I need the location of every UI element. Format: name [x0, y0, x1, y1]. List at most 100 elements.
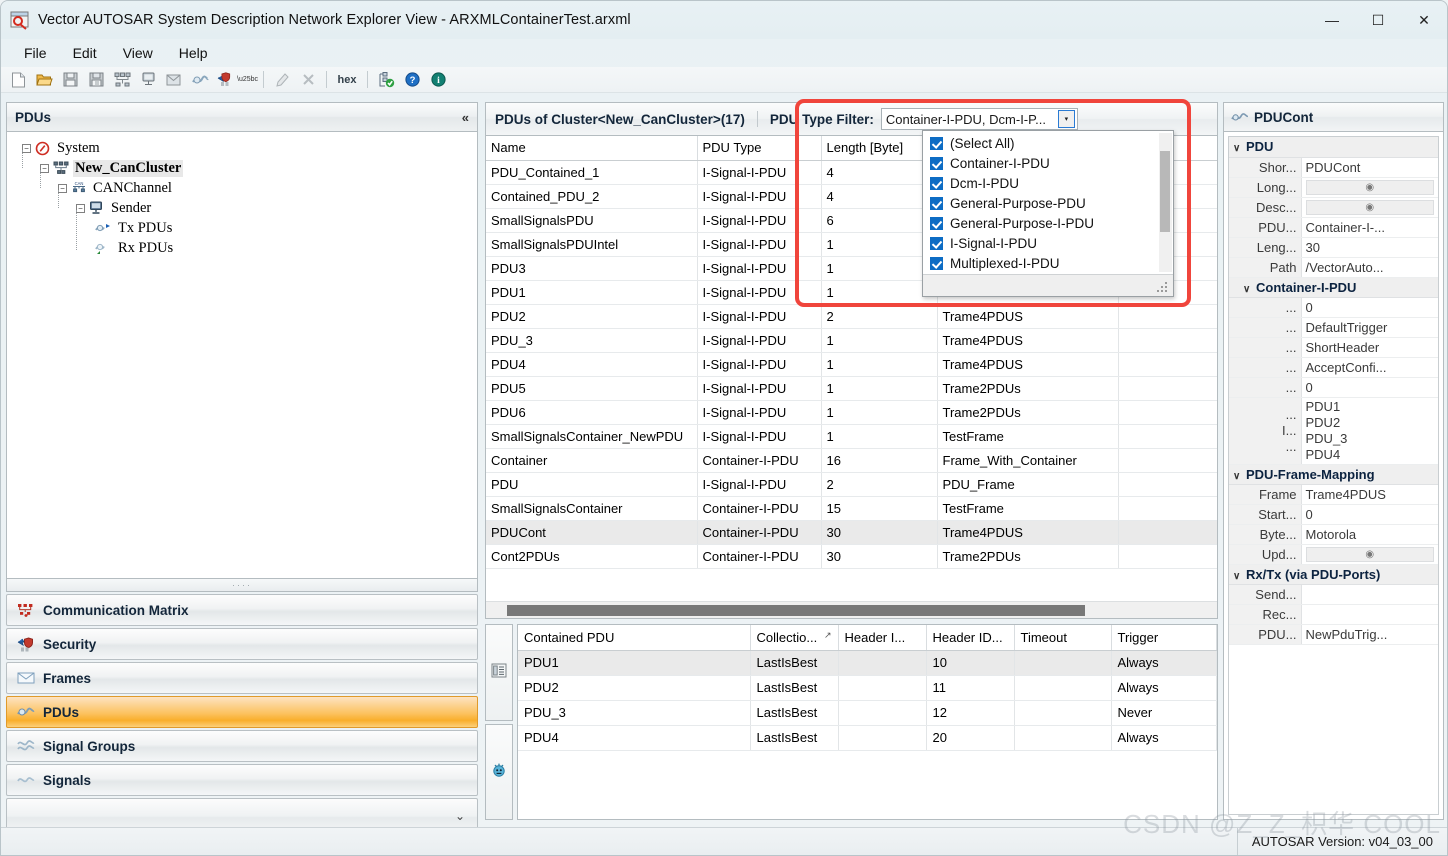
column-header-header-id[interactable]: Header ID... — [926, 625, 1015, 651]
help-icon[interactable]: ? — [400, 69, 424, 91]
property-row[interactable]: ... DefaultTrigger — [1229, 317, 1438, 338]
sidebar-item-signals[interactable]: Signals — [6, 764, 478, 796]
tab-contained-pdus[interactable] — [485, 624, 513, 721]
property-row[interactable]: PDU... NewPduTrig... — [1229, 624, 1438, 645]
chevron-down-icon[interactable]: ▾ — [1057, 110, 1075, 128]
tree-node-canchannel[interactable]: − CAN CANChannel — [11, 178, 473, 198]
property-row[interactable]: PDU... Container-I-... — [1229, 217, 1438, 238]
table-row[interactable]: PDU1 LastIsBest 10 Always — [518, 650, 1217, 676]
close-button[interactable]: ✕ — [1401, 1, 1447, 39]
property-row[interactable]: ... 0 — [1229, 377, 1438, 398]
resize-grip-icon[interactable] — [1157, 282, 1168, 293]
pdu-type-filter-dropdown[interactable]: (Select All) Container-I-PDU Dcm-I-PDU G… — [922, 130, 1174, 297]
dropdown-vertical-scrollbar[interactable] — [1159, 133, 1172, 272]
dropdown-item-multiplexed-i-pdu[interactable]: Multiplexed-I-PDU — [923, 253, 1173, 273]
info-icon[interactable]: i — [426, 69, 450, 91]
table-row[interactable]: PDU_3 LastIsBest 12 Never — [518, 700, 1217, 726]
import-icon[interactable] — [162, 69, 186, 91]
checkbox-checked-icon[interactable] — [930, 136, 943, 150]
dropdown-item-select-all[interactable]: (Select All) — [923, 133, 1173, 153]
view-details-icon[interactable]: ◉ — [1305, 199, 1434, 215]
network-icon[interactable] — [110, 69, 134, 91]
property-group-pdu[interactable]: ∨ PDU — [1229, 137, 1438, 158]
property-row[interactable]: ... 0 — [1229, 297, 1438, 318]
table-row[interactable]: PDU2 LastIsBest 11 Always — [518, 675, 1217, 701]
column-header-collection[interactable]: Collectio... ↗ — [750, 625, 839, 651]
chevron-down-icon[interactable]: ∨ — [1233, 571, 1246, 582]
property-row[interactable]: Desc... ◉ — [1229, 197, 1438, 218]
column-header-length[interactable]: Length [Byte] — [821, 136, 938, 161]
minimize-button[interactable]: — — [1309, 1, 1355, 39]
hex-toggle-button[interactable]: hex — [333, 69, 361, 91]
sidebar-item-pdus[interactable]: PDUs — [6, 696, 478, 728]
tree-node-system[interactable]: − System — [11, 138, 473, 158]
dropdown-resize-bar[interactable] — [923, 274, 1173, 296]
tab-pdu-properties[interactable] — [485, 723, 513, 820]
property-row[interactable]: Long... ◉ — [1229, 177, 1438, 198]
new-file-icon[interactable] — [6, 69, 30, 91]
properties-body[interactable]: ∨ PDU Shor... PDUCont Long... ◉ Desc... ◉ PD… — [1223, 131, 1444, 820]
property-row[interactable]: Shor... PDUCont — [1229, 157, 1438, 178]
table-row[interactable]: PDU2 I-Signal-I-PDU 2 Trame4PDUS — [486, 304, 1217, 329]
property-group-rx-tx[interactable]: ∨ Rx/Tx (via PDU-Ports) — [1229, 564, 1438, 585]
property-row[interactable]: Byte... Motorola — [1229, 524, 1438, 545]
property-row[interactable]: ... I... ... PDU1 PDU2 PDU_3 PDU4 — [1229, 397, 1438, 465]
save-icon[interactable] — [58, 69, 82, 91]
maximize-button[interactable]: ☐ — [1355, 1, 1401, 39]
menu-view[interactable]: View — [110, 42, 166, 64]
sidebar-item-signal-groups[interactable]: Signal Groups — [6, 730, 478, 762]
toolbar-dropdown-caret-icon[interactable]: \u25bc — [237, 76, 258, 83]
tree-node-new-cancluster[interactable]: − New_CanCluster — [11, 158, 473, 178]
save-as-icon[interactable] — [84, 69, 108, 91]
dropdown-item-general-purpose-i-pdu[interactable]: General-Purpose-I-PDU — [923, 213, 1173, 233]
scrollbar-thumb[interactable] — [1160, 151, 1170, 232]
view-details-icon[interactable]: ◉ — [1305, 546, 1434, 562]
property-row[interactable]: Upd... ◉ — [1229, 544, 1438, 565]
collapse-panel-icon[interactable]: « — [462, 110, 469, 125]
property-row[interactable]: ... AcceptConfi... — [1229, 357, 1438, 378]
column-header-pdu-type[interactable]: PDU Type — [697, 136, 822, 161]
menu-file[interactable]: File — [11, 42, 60, 64]
panel-splitter[interactable]: ···· — [6, 579, 478, 592]
table-row[interactable]: PDU4 LastIsBest 20 Always — [518, 725, 1217, 751]
scrollbar-thumb[interactable] — [507, 604, 1085, 616]
menu-edit[interactable]: Edit — [60, 42, 110, 64]
table-row[interactable]: Container Container-I-PDU 16 Frame_With_Con… — [486, 448, 1217, 473]
property-row[interactable]: Leng... 30 — [1229, 237, 1438, 258]
chevron-down-icon[interactable]: ∨ — [1243, 284, 1256, 295]
property-row[interactable]: Rec... — [1229, 604, 1438, 625]
table-row[interactable]: PDUCont Container-I-PDU 30 Trame4PDUS — [486, 520, 1217, 545]
dropdown-item-i-signal-i-pdu[interactable]: I-Signal-I-PDU — [923, 233, 1173, 253]
checkbox-checked-icon[interactable] — [930, 216, 943, 230]
tree-view[interactable]: − System − New_CanCluster − CAN CANChann… — [6, 131, 478, 579]
view-details-icon[interactable]: ◉ — [1305, 179, 1434, 195]
chevron-down-icon[interactable]: ∨ — [1233, 143, 1246, 154]
property-group-container-i-pdu[interactable]: ∨ Container-I-PDU — [1229, 277, 1438, 298]
table-row[interactable]: PDU4 I-Signal-I-PDU 1 Trame4PDUS — [486, 352, 1217, 377]
column-header-name[interactable]: Name — [486, 136, 698, 161]
column-header-header-i[interactable]: Header I... — [838, 625, 927, 651]
checkbox-checked-icon[interactable] — [930, 176, 943, 190]
table-row[interactable]: Cont2PDUs Container-I-PDU 30 Trame2PDUs — [486, 544, 1217, 569]
table-row[interactable]: PDU I-Signal-I-PDU 2 PDU_Frame — [486, 472, 1217, 497]
property-group-pdu-frame-mapping[interactable]: ∨ PDU-Frame-Mapping — [1229, 464, 1438, 485]
validate-icon[interactable] — [374, 69, 398, 91]
contained-pdu-grid[interactable]: Contained PDU Collectio... ↗ Header I... … — [517, 624, 1218, 820]
table-row[interactable]: PDU5 I-Signal-I-PDU 1 Trame2PDUs — [486, 376, 1217, 401]
dropdown-item-container-i-pdu[interactable]: Container-I-PDU — [923, 153, 1173, 173]
table-row[interactable]: PDU6 I-Signal-I-PDU 1 Trame2PDUs — [486, 400, 1217, 425]
tree-node-rx-pdus[interactable]: Rx PDUs — [11, 238, 473, 258]
property-row[interactable]: Frame Trame4PDUS — [1229, 484, 1438, 505]
pdu-icon[interactable] — [188, 69, 212, 91]
sidebar-item-communication-matrix[interactable]: Communication Matrix — [6, 594, 478, 626]
property-row[interactable]: Send... — [1229, 584, 1438, 605]
security-import-icon[interactable] — [214, 69, 238, 91]
table-row[interactable]: SmallSignalsContainer_NewPDU I-Signal-I-P… — [486, 424, 1217, 449]
column-header-timeout[interactable]: Timeout — [1014, 625, 1112, 651]
ecu-icon[interactable] — [136, 69, 160, 91]
dropdown-item-dcm-i-pdu[interactable]: Dcm-I-PDU — [923, 173, 1173, 193]
property-row[interactable]: Path/VectorAuto... — [1229, 257, 1438, 278]
horizontal-scrollbar[interactable] — [486, 601, 1217, 618]
tree-node-sender[interactable]: − Sender — [11, 198, 473, 218]
menu-help[interactable]: Help — [166, 42, 221, 64]
